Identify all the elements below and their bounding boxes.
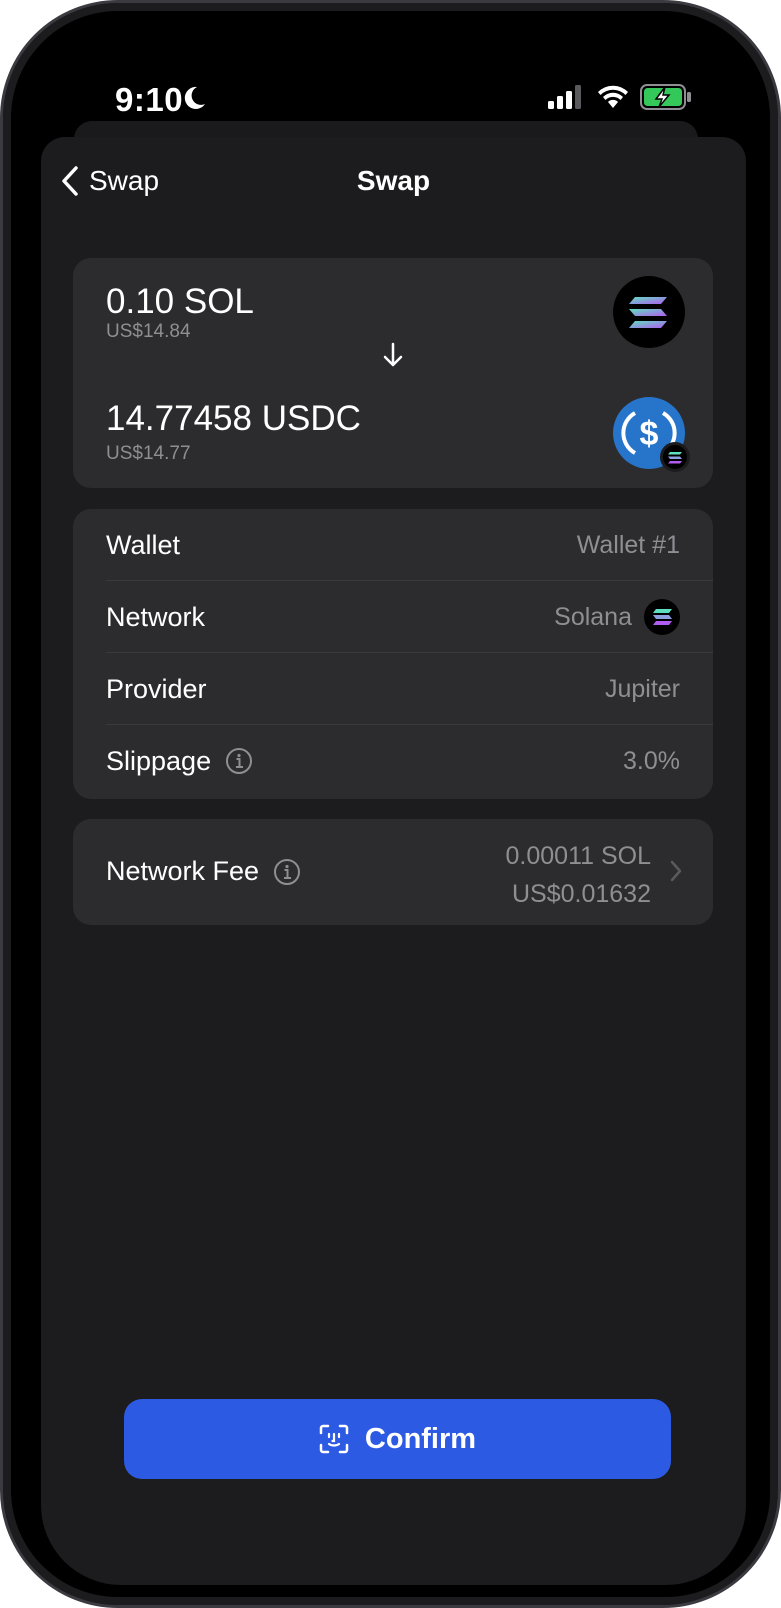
wallet-label: Wallet [106, 529, 181, 560]
provider-row[interactable]: Provider Jupiter [106, 653, 713, 725]
phone-frame: 9:10 Swap Swap 0.10 SOL US$14.84 14.7745… [0, 0, 781, 1608]
network-fee-amount: 0.00011 SOL [505, 842, 651, 870]
network-fee-values: 0.00011 SOL US$0.01632 [506, 837, 651, 913]
swap-details-card: Wallet Wallet #1 Network Solana Provider… [73, 509, 713, 799]
info-icon[interactable] [273, 858, 301, 886]
network-fee-card[interactable]: Network Fee 0.00011 SOL US$0.01632 [73, 819, 713, 925]
from-fiat-value: US$14.84 [106, 321, 191, 342]
battery-charging-icon [640, 84, 691, 110]
wallet-row[interactable]: Wallet Wallet #1 [106, 509, 713, 581]
chevron-right-icon [670, 860, 682, 882]
network-fee-fiat: US$0.01632 [511, 880, 651, 908]
network-fee-label-group: Network Fee [106, 856, 301, 887]
swap-summary-card: 0.10 SOL US$14.84 14.77458 USDC US$14.77… [73, 258, 713, 488]
slippage-label-group: Slippage [106, 746, 253, 777]
slippage-row[interactable]: Slippage 3.0% [106, 725, 713, 797]
slippage-value: 3.0% [623, 746, 680, 775]
face-id-icon [319, 1424, 349, 1454]
svg-text:$: $ [640, 415, 659, 453]
from-amount: 0.10 SOL [106, 282, 254, 321]
solana-token-icon [613, 276, 685, 348]
confirm-button[interactable]: Confirm [124, 1399, 671, 1479]
provider-value: Jupiter [604, 674, 680, 703]
arrow-down-icon [383, 342, 403, 367]
swap-sheet: Swap Swap 0.10 SOL US$14.84 14.77458 USD… [41, 137, 746, 1585]
slippage-label: Slippage [106, 745, 212, 776]
page-title: Swap [356, 165, 431, 196]
network-label: Network [106, 601, 206, 632]
status-time: 9:10 [115, 81, 184, 118]
to-amount: 14.77458 USDC [106, 399, 361, 438]
network-value: Solana [554, 602, 632, 631]
info-icon[interactable] [225, 747, 253, 775]
usdc-token-icon: $ [613, 397, 690, 472]
network-row[interactable]: Network Solana [106, 581, 713, 653]
screen: 9:10 Swap Swap 0.10 SOL US$14.84 14.7745… [17, 17, 770, 1597]
wifi-icon [598, 85, 628, 108]
moon-icon [184, 86, 205, 109]
network-value-group: Solana [554, 599, 680, 635]
confirm-button-label: Confirm [364, 1422, 477, 1455]
signal-icon [548, 85, 581, 109]
provider-label: Provider [106, 673, 207, 704]
network-fee-label: Network Fee [106, 856, 260, 886]
solana-network-icon [644, 599, 680, 635]
wallet-value: Wallet #1 [576, 530, 680, 559]
to-fiat-value: US$14.77 [106, 443, 191, 464]
